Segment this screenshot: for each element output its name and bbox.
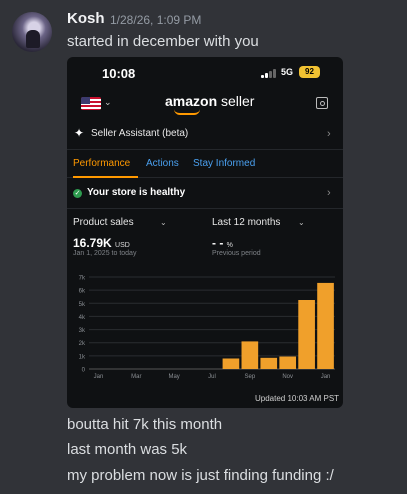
scan-icon[interactable] bbox=[316, 97, 328, 109]
chevron-down-icon[interactable]: ⌄ bbox=[298, 218, 305, 227]
tab-performance[interactable]: Performance bbox=[73, 158, 130, 169]
sparkle-icon: ✦ bbox=[74, 126, 85, 140]
x-tick-label: May bbox=[168, 374, 179, 380]
y-tick-label: 0 bbox=[82, 368, 86, 374]
chevron-down-icon[interactable]: ⌄ bbox=[160, 218, 167, 227]
signal-icon bbox=[261, 69, 277, 78]
previous-period-value: - - % bbox=[212, 236, 233, 250]
y-tick-label: 2k bbox=[79, 341, 86, 347]
y-tick-label: 5k bbox=[79, 302, 86, 308]
x-tick-label: Jul bbox=[208, 374, 216, 380]
check-circle-icon: ✓ bbox=[73, 189, 82, 198]
tab-actions[interactable]: Actions bbox=[146, 158, 179, 169]
active-tab-indicator bbox=[73, 176, 138, 178]
metric-select[interactable]: Product sales bbox=[73, 217, 134, 228]
chevron-right-icon: › bbox=[327, 128, 331, 140]
y-tick-label: 1k bbox=[79, 354, 86, 360]
updated-time: Updated 10:03 AM PST bbox=[255, 394, 340, 403]
attached-screenshot[interactable]: 10:08 5G 92 ⌄ amazon seller ✦ Seller Ass… bbox=[67, 57, 343, 408]
x-tick-label: Jan bbox=[94, 374, 104, 380]
tab-stay-informed[interactable]: Stay Informed bbox=[193, 158, 255, 169]
message-timestamp: 1/28/26, 1:09 PM bbox=[110, 13, 202, 27]
previous-period-label: Previous period bbox=[212, 250, 261, 257]
y-tick-label: 6k bbox=[79, 289, 86, 295]
status-time: 10:08 bbox=[102, 66, 136, 81]
message-line-4: my problem now is just finding funding :… bbox=[67, 467, 334, 484]
bar-sep bbox=[241, 341, 259, 369]
x-tick-label: Sep bbox=[245, 374, 256, 380]
tab-bar: Performance Actions Stay Informed bbox=[67, 153, 343, 178]
seller-assistant-label: Seller Assistant (beta) bbox=[91, 128, 189, 139]
store-health-label: Your store is healthy bbox=[87, 187, 186, 198]
avatar[interactable] bbox=[12, 12, 52, 52]
bar-oct bbox=[260, 357, 278, 369]
amazon-seller-logo: amazon seller bbox=[165, 93, 255, 109]
x-tick-label: Jan bbox=[321, 374, 331, 380]
period-select[interactable]: Last 12 months bbox=[212, 217, 280, 228]
y-tick-label: 4k bbox=[79, 315, 86, 321]
us-flag-icon[interactable] bbox=[81, 97, 101, 110]
message-line-3: last month was 5k bbox=[67, 441, 188, 458]
x-tick-label: Nov bbox=[282, 374, 293, 380]
seller-assistant-row[interactable]: ✦ Seller Assistant (beta) › bbox=[67, 122, 343, 150]
sales-range: Jan 1, 2025 to today bbox=[73, 250, 137, 257]
sales-value: 16.79K USD bbox=[73, 236, 130, 250]
sales-chart: 0 1k 2k 3k 4k 5k 6k 7k Jan Mar May Jul Sep Nov Jan bbox=[67, 270, 343, 392]
bar-aug bbox=[222, 358, 240, 369]
network-label: 5G bbox=[281, 67, 294, 77]
y-tick-label: 3k bbox=[79, 328, 86, 334]
store-health-row[interactable]: ✓ Your store is healthy › bbox=[67, 180, 343, 209]
x-tick-label: Mar bbox=[131, 374, 141, 380]
bar-jan bbox=[317, 282, 334, 369]
battery-icon: 92 bbox=[299, 66, 320, 78]
amazon-smile-icon bbox=[174, 109, 200, 115]
bar-dec bbox=[298, 300, 315, 369]
chevron-down-icon[interactable]: ⌄ bbox=[104, 97, 112, 108]
sales-chart-svg: 0 1k 2k 3k 4k 5k 6k 7k Jan Mar May Jul Sep Nov Jan bbox=[79, 276, 335, 380]
bar-nov bbox=[279, 356, 297, 369]
y-tick-label: 7k bbox=[79, 276, 86, 282]
chevron-right-icon: › bbox=[327, 187, 331, 199]
message-line-2: boutta hit 7k this month bbox=[67, 416, 223, 433]
author-name[interactable]: Kosh bbox=[67, 10, 105, 27]
message-line-1: started in december with you bbox=[67, 33, 259, 50]
